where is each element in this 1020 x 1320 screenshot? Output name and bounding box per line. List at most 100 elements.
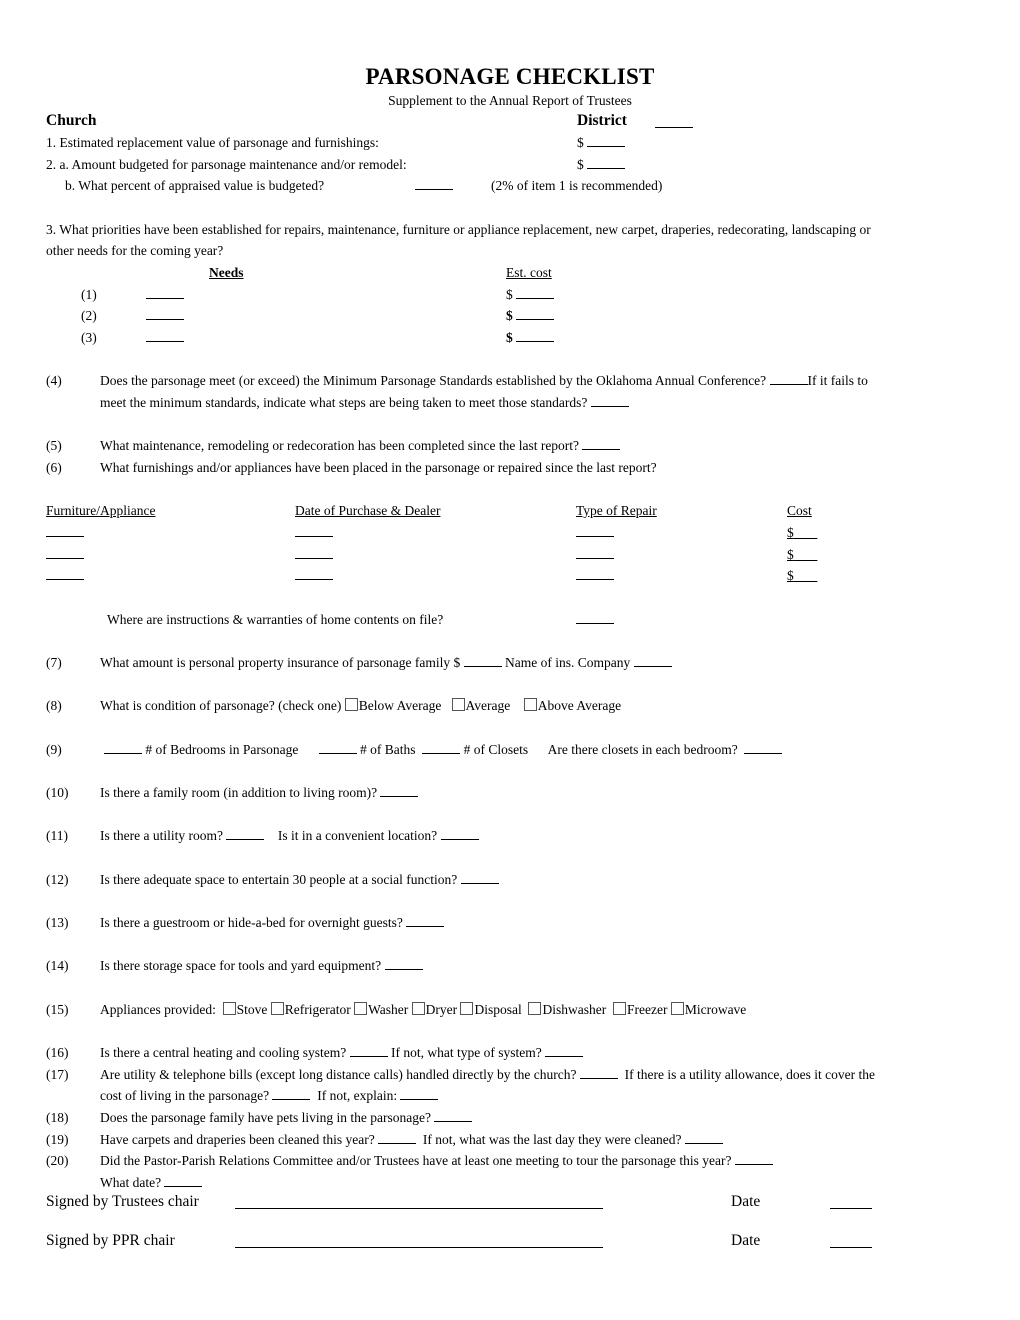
checkbox-disposal[interactable] xyxy=(460,1002,474,1015)
repair-type-field[interactable] xyxy=(576,569,614,580)
ppr-date-field[interactable] xyxy=(830,1237,872,1248)
district-label: District xyxy=(577,112,627,129)
replacement-value-field[interactable] xyxy=(587,136,626,147)
question-16-followup: If not, what type of system? xyxy=(391,1045,542,1060)
explain-label: If not, explain: xyxy=(317,1088,398,1103)
purchase-date-field[interactable] xyxy=(295,548,333,559)
system-type-field[interactable] xyxy=(545,1046,584,1057)
question-number: (14) xyxy=(46,958,69,973)
tour-date-field[interactable] xyxy=(164,1176,203,1187)
question-number: (6) xyxy=(46,460,62,475)
currency-symbol: $ xyxy=(577,157,584,172)
trustees-signature-field[interactable] xyxy=(235,1196,603,1209)
utility-bills-field[interactable] xyxy=(579,1068,618,1079)
need-cost-field[interactable] xyxy=(516,309,555,320)
entertain-space-field[interactable] xyxy=(460,873,499,884)
baths-field[interactable] xyxy=(318,743,357,754)
checkbox-dishwasher[interactable] xyxy=(528,1002,542,1015)
question-14-text: Is there storage space for tools and yar… xyxy=(100,958,382,973)
carpets-cleaned-field[interactable] xyxy=(378,1133,417,1144)
need-number: (3) xyxy=(81,330,97,345)
insurance-amount-field[interactable] xyxy=(463,656,502,667)
question-13-text: Is there a guestroom or hide-a-bed for o… xyxy=(100,915,403,930)
closets-each-bedroom-field[interactable] xyxy=(744,743,783,754)
checkbox-freezer[interactable] xyxy=(612,1002,626,1015)
option-label: Refrigerator xyxy=(284,1002,351,1017)
meets-standards-field[interactable] xyxy=(769,374,808,385)
option-label: Below Average xyxy=(358,698,442,713)
tour-meeting-field[interactable] xyxy=(734,1154,773,1165)
cost-of-living-field[interactable] xyxy=(272,1089,311,1100)
district-field[interactable] xyxy=(655,117,693,128)
question-number: (9) xyxy=(46,742,62,757)
option-label: Above Average xyxy=(537,698,622,713)
question-19-text: Have carpets and draperies been cleaned … xyxy=(100,1132,375,1147)
closets-each-bedroom-label: Are there closets in each bedroom? xyxy=(547,742,738,757)
closets-field[interactable] xyxy=(422,743,461,754)
furniture-field[interactable] xyxy=(46,569,84,580)
family-room-field[interactable] xyxy=(380,786,419,797)
cost-field[interactable]: $ xyxy=(787,568,817,584)
purchase-date-field[interactable] xyxy=(295,526,333,537)
question-5-text: What maintenance, remodeling or redecora… xyxy=(100,438,580,453)
option-label: Dryer xyxy=(425,1002,458,1017)
maintenance-completed-field[interactable] xyxy=(582,439,621,450)
currency-symbol: $ xyxy=(577,135,584,150)
checkbox-above-average[interactable] xyxy=(523,698,537,711)
last-cleaned-field[interactable] xyxy=(684,1133,723,1144)
trustees-signature-label: Signed by Trustees chair xyxy=(46,1193,199,1210)
explain-field[interactable] xyxy=(400,1089,439,1100)
question-number: (8) xyxy=(46,698,62,713)
purchase-date-field[interactable] xyxy=(295,569,333,580)
question-4-followup: If it fails to xyxy=(807,373,868,388)
need-cost-field[interactable] xyxy=(516,288,555,299)
question-11-followup: Is it in a convenient location? xyxy=(277,828,438,843)
table-header-cost: Cost xyxy=(787,503,812,518)
table-header-repair: Type of Repair xyxy=(576,503,657,518)
budget-amount-field[interactable] xyxy=(587,158,626,169)
currency-symbol: $ xyxy=(506,330,513,345)
trustees-date-field[interactable] xyxy=(830,1198,872,1209)
furniture-field[interactable] xyxy=(46,548,84,559)
repair-type-field[interactable] xyxy=(576,548,614,559)
question-number: (15) xyxy=(46,1002,69,1017)
pets-field[interactable] xyxy=(434,1111,473,1122)
warranties-field[interactable] xyxy=(576,613,614,624)
checkbox-below-average[interactable] xyxy=(344,698,358,711)
checkbox-average[interactable] xyxy=(451,698,465,711)
central-heating-field[interactable] xyxy=(349,1046,388,1057)
guestroom-field[interactable] xyxy=(406,916,445,927)
checkbox-refrigerator[interactable] xyxy=(270,1002,284,1015)
question-4-line2: meet the minimum standards, indicate wha… xyxy=(100,395,588,410)
cost-field[interactable]: $ xyxy=(787,525,817,541)
date-label: Date xyxy=(731,1232,761,1249)
convenient-location-field[interactable] xyxy=(440,829,479,840)
question-19-followup: If not, what was the last day they were … xyxy=(422,1132,682,1147)
ppr-signature-field[interactable] xyxy=(235,1235,603,1248)
insurance-company-field[interactable] xyxy=(633,656,672,667)
furniture-field[interactable] xyxy=(46,526,84,537)
need-field[interactable] xyxy=(146,331,184,342)
question-number: (20) xyxy=(46,1153,69,1168)
cost-field[interactable]: $ xyxy=(787,547,817,563)
checkbox-dryer[interactable] xyxy=(411,1002,425,1015)
percent-budgeted-field[interactable] xyxy=(415,179,453,190)
need-field[interactable] xyxy=(146,288,184,299)
repair-type-field[interactable] xyxy=(576,526,614,537)
question-2a: 2. a. Amount budgeted for parsonage main… xyxy=(46,157,407,172)
bedrooms-field[interactable] xyxy=(104,743,142,754)
needs-header: Needs xyxy=(209,265,244,280)
storage-space-field[interactable] xyxy=(384,959,423,970)
checkbox-washer[interactable] xyxy=(354,1002,368,1015)
utility-room-field[interactable] xyxy=(226,829,265,840)
option-label: Microwave xyxy=(684,1002,747,1017)
checkbox-stove[interactable] xyxy=(222,1002,236,1015)
question-number: (4) xyxy=(46,373,62,388)
steps-field[interactable] xyxy=(590,396,629,407)
insurance-company-label: Name of ins. Company xyxy=(505,655,631,670)
need-field[interactable] xyxy=(146,309,184,320)
question-12-text: Is there adequate space to entertain 30 … xyxy=(100,872,458,887)
table-header-furniture: Furniture/Appliance xyxy=(46,503,156,518)
need-cost-field[interactable] xyxy=(516,331,555,342)
checkbox-microwave[interactable] xyxy=(670,1002,684,1015)
